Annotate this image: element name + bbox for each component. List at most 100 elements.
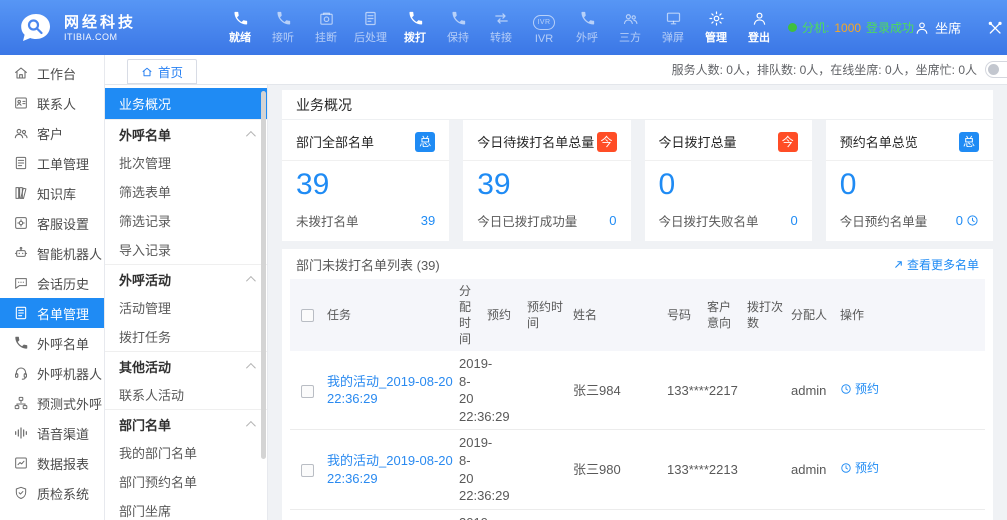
row-checkbox-cell [290, 509, 324, 520]
topbar-action[interactable]: IVR IVR [529, 14, 559, 45]
submenu-item-label: 联系人活动 [119, 385, 184, 404]
topbar-action[interactable]: 三方 [615, 10, 645, 45]
task-link[interactable]: 我的活动_2019-08-20 22:36:29 [327, 374, 453, 407]
sidebar-item-label: 客户 [37, 124, 63, 143]
sidebar-item[interactable]: 客户 [0, 118, 104, 148]
content-area: 业务概况 部门全部名单 总 39 未拨打名单 [268, 85, 1007, 520]
submenu-item[interactable]: 批次管理 [105, 148, 267, 177]
topbar-right-item-label: 坐席 [935, 18, 961, 37]
submenu-list: 业务概况 外呼名单 批次管理 [105, 88, 267, 520]
submenu-item[interactable]: 活动管理 [105, 293, 267, 322]
topbar-action[interactable]: 后处理 [354, 10, 387, 45]
pending-list-header: 部门未拨打名单列表 (39) 查看更多名单 [282, 249, 993, 279]
submenu-item[interactable]: 部门预约名单 [105, 467, 267, 496]
submenu-item[interactable]: 其他活动 [105, 351, 267, 380]
sidebar-item-label: 质检系统 [37, 484, 89, 503]
topbar-action[interactable]: 弹屏 [658, 10, 688, 45]
stat-card-title: 今日拨打总量 [659, 132, 737, 151]
column-header: 号码 [664, 279, 704, 352]
home-icon [141, 66, 153, 78]
sidebar-item[interactable]: 外呼机器人 [0, 358, 104, 388]
submenu-item[interactable]: 拨打任务 [105, 322, 267, 351]
stat-card-badge: 今 [597, 132, 617, 152]
stat-card: 今日拨打总量 今 0 今日拨打失败名单 0 [645, 120, 812, 241]
sidebar-item-label: 联系人 [37, 94, 76, 113]
submenu-item[interactable]: 部门坐席 [105, 496, 267, 520]
topbar-action[interactable]: 挂断 [311, 10, 341, 45]
sidebar-item[interactable]: 知识库 [0, 178, 104, 208]
select-all-header-cell [290, 279, 324, 352]
topbar-action-label: 转接 [490, 29, 512, 45]
topbar-action[interactable]: 拨打 [400, 10, 430, 45]
reserve-time-cell [524, 430, 570, 509]
sidebar-item[interactable]: 语音渠道 [0, 418, 104, 448]
topbar-action-label: 拨打 [404, 29, 426, 45]
topbar-action-icon [232, 10, 249, 27]
topbar-action[interactable]: 保持 [443, 10, 473, 45]
chevron-up-icon [246, 130, 256, 140]
task-cell: 我的活动_2019-08-20 22:36:29 [324, 430, 456, 509]
submenu-item[interactable]: 筛选表单 [105, 177, 267, 206]
reserve-action-link[interactable]: 预约 [840, 460, 879, 476]
right-column: 首页 服务人数: 0人，排队数: 0人，在线坐席: 0人，坐席忙: 0人 业务概… [105, 55, 1007, 520]
sidebar-item-label: 语音渠道 [37, 424, 89, 443]
brand-domain: ITIBIA.COM [64, 32, 136, 42]
arrow-up-right-icon [893, 259, 904, 270]
submenu-item[interactable]: 外呼活动 [105, 264, 267, 293]
topbar-action-icon [407, 10, 424, 27]
sidebar-item[interactable]: 智能机器人 [0, 238, 104, 268]
submenu-item[interactable]: 联系人活动 [105, 380, 267, 409]
submenu-item[interactable]: 导入记录 [105, 235, 267, 264]
row-checkbox[interactable] [301, 464, 314, 477]
submenu-item[interactable]: 业务概况 [105, 88, 267, 119]
stat-card-title: 预约名单总览 [840, 132, 918, 151]
topbar-action[interactable]: 管理 [701, 10, 731, 45]
topbar-action[interactable]: 就绪 [225, 10, 255, 45]
submenu-item-label: 外呼名单 [119, 125, 171, 144]
view-more-link[interactable]: 查看更多名单 [893, 256, 979, 273]
sidebar-item[interactable]: 预测式外呼 [0, 388, 104, 418]
band-right: 服务人数: 0人，排队数: 0人，在线坐席: 0人，坐席忙: 0人 [672, 61, 1007, 78]
stat-card-top: 今日待拨打名单总量 今 [477, 129, 616, 154]
sidebar-item[interactable]: 工单管理 [0, 148, 104, 178]
sidebar-item[interactable]: 工作台 [0, 58, 104, 88]
extension-label: 分机: [802, 19, 829, 36]
reserve-action-link[interactable]: 预约 [840, 381, 879, 397]
sidebar-item[interactable]: 会话历史 [0, 268, 104, 298]
chevron-up-icon [246, 362, 256, 372]
sidebar-item[interactable]: 客服设置 [0, 208, 104, 238]
stat-card-subrow: 今日预约名单量 0 [840, 211, 979, 230]
submenu-item[interactable]: 部门名单 [105, 409, 267, 438]
submenu-scrollbar[interactable] [261, 91, 266, 459]
select-all-checkbox[interactable] [301, 309, 314, 322]
topbar-action[interactable]: 外呼 [572, 10, 602, 45]
sidebar-item[interactable]: 外呼名单 [0, 328, 104, 358]
submenu-item-label: 筛选记录 [119, 211, 171, 230]
submenu-item[interactable]: 外呼名单 [105, 119, 267, 148]
task-link[interactable]: 我的活动_2019-08-20 22:36:29 [327, 453, 453, 486]
sidebar-item[interactable]: 数据报表 [0, 448, 104, 478]
sidebar-item-icon [13, 95, 29, 111]
sidebar-item[interactable]: 质检系统 [0, 478, 104, 508]
row-checkbox[interactable] [301, 385, 314, 398]
stat-card-badge: 总 [415, 132, 435, 152]
tab-home[interactable]: 首页 [127, 59, 197, 84]
name-cell: 张三980 [570, 430, 664, 509]
topbar-right-item[interactable]: 坐席 [914, 18, 961, 37]
submenu-item[interactable]: 我的部门名单 [105, 438, 267, 467]
clock-icon [840, 383, 852, 395]
stat-card-value: 0 [840, 168, 979, 203]
overview-panel-header: 业务概况 [282, 90, 993, 120]
status-toggle[interactable] [985, 61, 1007, 78]
submenu-item[interactable]: 筛选记录 [105, 206, 267, 235]
sidebar-item[interactable]: 名单管理 [0, 298, 104, 328]
column-header: 预约时间 [524, 279, 570, 352]
submenu-item-label: 部门坐席 [119, 501, 171, 520]
topbar-action[interactable]: 登出 [744, 10, 774, 45]
action-cell: 预约 [837, 509, 985, 520]
topbar-action[interactable]: 转接 [486, 10, 516, 45]
topbar-right-item[interactable]: 系统 [987, 18, 1007, 37]
sidebar-item-label: 工作台 [37, 64, 76, 83]
sidebar-item[interactable]: 联系人 [0, 88, 104, 118]
topbar-action[interactable]: 接听 [268, 10, 298, 45]
